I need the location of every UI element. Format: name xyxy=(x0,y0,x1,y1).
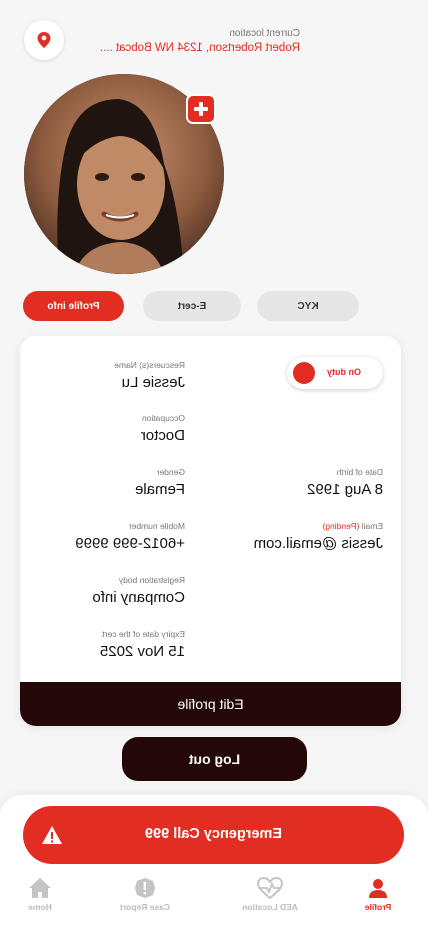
profile-screen: Current location Robert Robertson, 1234 … xyxy=(0,0,428,926)
heart-pulse-icon xyxy=(257,877,283,899)
alert-circle-icon xyxy=(135,878,155,898)
toggle-knob xyxy=(293,362,315,384)
duty-status-label: On duty xyxy=(327,367,361,377)
expiry-field: Expiry date of the cert 15 Nov 2025 xyxy=(100,629,185,660)
nav-home[interactable]: Home xyxy=(0,877,80,912)
nav-profile-label: Profile xyxy=(364,902,392,912)
mobile-caption: Mobile number xyxy=(128,521,185,531)
gender-value: Female xyxy=(134,481,185,498)
dob-caption: Date of birth xyxy=(336,467,383,477)
gender-field: Gender Female xyxy=(135,467,185,498)
tab-e-cert[interactable]: E-cert xyxy=(143,291,241,321)
email-caption: Email xyxy=(361,521,383,531)
profile-card: On duty Rescuers(s) Name Jessie Lu Occup… xyxy=(20,336,401,726)
tab-kyc[interactable]: KYC xyxy=(257,291,359,321)
registration-body-value: Company info xyxy=(92,589,185,606)
dob-value: 8 Aug 1992 xyxy=(307,481,383,498)
occupation-value: Doctor xyxy=(140,427,185,444)
log-out-button[interactable]: Log out xyxy=(122,737,307,781)
tab-profile-info[interactable]: Profile info xyxy=(23,291,124,321)
user-icon xyxy=(369,879,387,898)
email-value: Jessis @email.com xyxy=(253,535,383,552)
edit-profile-button[interactable]: Edit profile xyxy=(20,682,401,726)
location-value: Robert Robertson, 1234 NW Bobcat .... xyxy=(99,42,300,54)
map-pin-icon xyxy=(37,32,51,48)
nav-aed-location-label: AED Location xyxy=(242,902,298,912)
gender-caption: Gender xyxy=(156,467,185,477)
emergency-call-button[interactable]: Emergency Call 999 xyxy=(23,806,404,864)
expiry-caption: Expiry date of the cert xyxy=(102,629,185,639)
name-value: Jessie Lu xyxy=(121,374,185,391)
email-pending-status: (Pending) xyxy=(322,521,360,531)
mobile-value: +6012-999 9999 xyxy=(75,535,185,552)
dob-field: Date of birth 8 Aug 1992 xyxy=(307,467,383,498)
location-pin-button[interactable] xyxy=(24,20,64,60)
bottom-sheet: Emergency Call 999 Home Case Report AED … xyxy=(0,795,428,926)
nav-case-report-label: Case Report xyxy=(119,902,171,912)
home-icon xyxy=(29,878,51,898)
registration-body-caption: Registration body xyxy=(118,575,185,585)
registration-body-field: Registration body Company info xyxy=(92,575,185,606)
occupation-field: Occupation Doctor xyxy=(141,413,185,444)
occupation-caption: Occupation xyxy=(142,413,185,423)
current-location[interactable]: Current location Robert Robertson, 1234 … xyxy=(70,28,300,54)
email-caption-row: Email (Pending) xyxy=(254,521,384,531)
mobile-field: Mobile number +6012-999 9999 xyxy=(75,521,185,552)
plus-icon xyxy=(194,102,208,116)
on-duty-toggle[interactable]: On duty xyxy=(287,357,383,389)
nav-aed-location[interactable]: AED Location xyxy=(230,877,310,912)
name-caption: Rescuers(s) Name xyxy=(114,360,185,370)
location-caption: Current location xyxy=(229,28,300,39)
emergency-call-label: Emergency Call 999 xyxy=(144,826,283,842)
name-field: Rescuers(s) Name Jessie Lu xyxy=(114,360,185,391)
nav-profile[interactable]: Profile xyxy=(338,877,418,912)
medical-badge xyxy=(186,94,216,124)
expiry-value: 15 Nov 2025 xyxy=(99,643,185,660)
email-field: Email (Pending) Jessis @email.com xyxy=(254,521,383,552)
nav-case-report[interactable]: Case Report xyxy=(105,877,185,912)
nav-home-label: Home xyxy=(28,902,52,912)
